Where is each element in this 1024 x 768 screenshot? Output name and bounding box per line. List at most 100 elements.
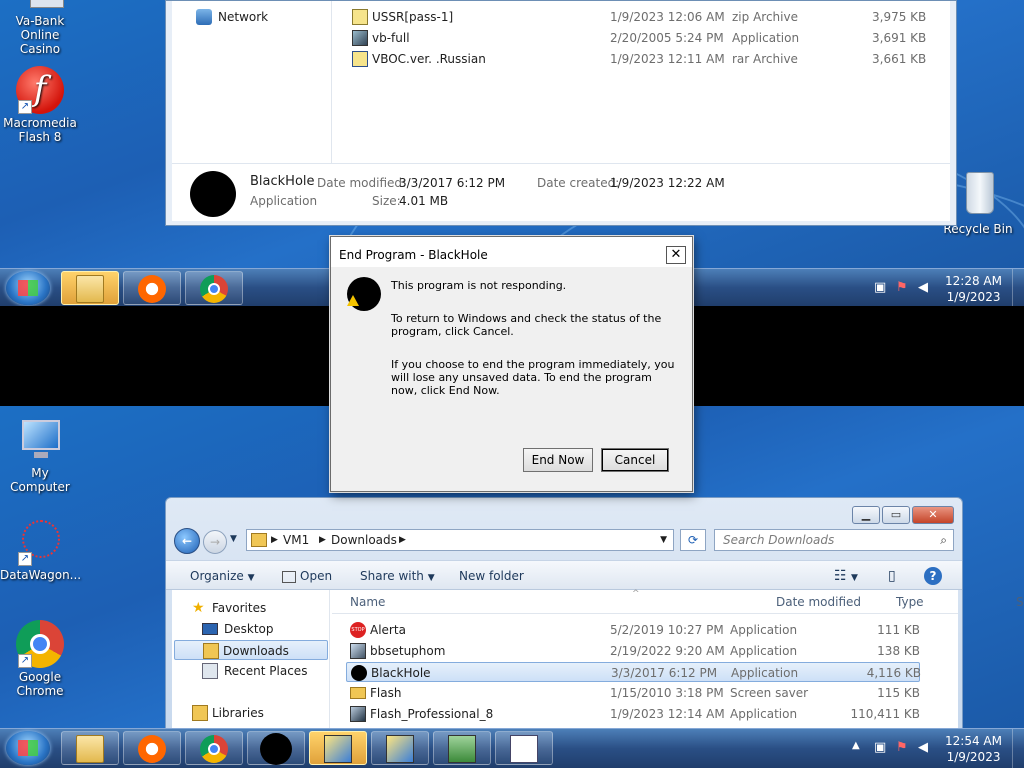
view-options-icon[interactable]: ☷ ▼ xyxy=(834,561,858,591)
dialog-message: This program is not responding. To retur… xyxy=(391,279,681,417)
dialog-line-1: This program is not responding. xyxy=(391,279,567,292)
maximize-button[interactable]: ▭ xyxy=(882,506,910,524)
taskbar-blackhole-button[interactable] xyxy=(247,731,305,765)
table-row-selected[interactable]: BlackHole 3/3/2017 6:12 PM Application 4… xyxy=(346,662,921,682)
taskbar-media-player-button[interactable] xyxy=(123,731,181,765)
show-hidden-icons[interactable]: ▲ xyxy=(852,740,868,756)
address-bar[interactable]: ▶ VM1 ▶ Downloads ▶ ▼ xyxy=(246,529,674,551)
taskbar-document-button[interactable] xyxy=(495,731,553,765)
search-icon[interactable]: ⌕ xyxy=(940,530,947,550)
explorer-window-downloads[interactable]: ▁ ▭ ✕ ← → ▼ ▶ VM1 ▶ Downloads ▶ ▼ ⟳ Sear… xyxy=(165,497,1024,738)
table-row[interactable]: Flash 1/15/2010 3:18 PM Screen saver 115… xyxy=(348,683,922,703)
search-input[interactable]: Search Downloads ⌕ xyxy=(714,529,954,551)
new-folder-button[interactable]: New folder xyxy=(459,561,524,591)
taskbar-installer-button-1[interactable] xyxy=(309,731,367,765)
chevron-down-icon: ▼ xyxy=(247,573,255,583)
end-program-dialog[interactable]: End Program - BlackHole ✕ This program i… xyxy=(330,236,693,492)
desktop-icon-google-chrome[interactable]: ↗ Google Chrome xyxy=(0,620,80,698)
file-row[interactable]: vb-full 2/20/2005 5:24 PM Application 3,… xyxy=(352,28,952,48)
desktop-icon-label: Google Chrome xyxy=(16,670,64,698)
share-with-menu[interactable]: Share with ▼ xyxy=(360,561,435,591)
preview-pane-icon[interactable]: ▯ xyxy=(888,561,896,591)
taskbar-media-player-button[interactable] xyxy=(123,271,181,305)
cancel-button[interactable]: Cancel xyxy=(601,448,669,472)
action-center-icon[interactable]: ⚑ xyxy=(896,740,912,756)
network-tray-icon[interactable]: ▣ xyxy=(874,740,890,756)
folder-icon xyxy=(350,687,366,699)
network-icon xyxy=(196,9,212,25)
breadcrumb-vm1[interactable]: VM1 xyxy=(283,530,309,550)
taskbar-chrome-button[interactable] xyxy=(185,731,243,765)
table-row[interactable]: STOP Alerta 5/2/2019 10:27 PM Applicatio… xyxy=(348,620,922,640)
volume-icon[interactable]: ◀ xyxy=(918,280,934,296)
desktop-icon-my-computer[interactable]: My Computer xyxy=(0,416,80,494)
details-pane: BlackHole Application Date modified: 3/3… xyxy=(172,163,950,221)
taskbar-chrome-button[interactable] xyxy=(185,271,243,305)
desktop-icon-flash8[interactable]: f ↗ Macromedia Flash 8 xyxy=(0,66,80,144)
desktop-icon-va-bank[interactable]: Va-Bank Online Casino xyxy=(0,0,80,56)
column-date-modified[interactable]: Date modified xyxy=(776,590,861,614)
breadcrumb-chevron-icon: ▶ xyxy=(271,535,278,545)
file-row[interactable]: USSR[pass-1] 1/9/2023 12:06 AM zip Archi… xyxy=(352,7,952,27)
details-file-type: Application xyxy=(250,194,318,208)
clock-bottom[interactable]: 12:54 AM 1/9/2023 xyxy=(945,733,1002,765)
open-button[interactable]: Open xyxy=(282,561,332,591)
recent-places-icon xyxy=(202,663,218,679)
details-file-name: BlackHole xyxy=(250,174,315,189)
end-now-button[interactable]: End Now xyxy=(523,448,593,472)
taskbar-installer-button-2[interactable] xyxy=(371,731,429,765)
column-headers: Name ^ Date modified Type Size xyxy=(332,589,1024,614)
media-player-icon xyxy=(138,275,166,303)
taskbar-explorer-button[interactable] xyxy=(61,731,119,765)
nav-downloads[interactable]: Downloads xyxy=(174,640,328,660)
dialog-close-button[interactable]: ✕ xyxy=(666,246,686,264)
dialog-line-2: To return to Windows and check the statu… xyxy=(391,312,662,338)
navigation-pane: ★ Favorites Desktop Downloads Recent Pla… xyxy=(172,590,330,738)
desktop-top: Va-Bank Online Casino f ↗ Macromedia Fla… xyxy=(0,0,1024,268)
table-row[interactable]: bbsetuphom 2/19/2022 9:20 AM Application… xyxy=(348,641,922,661)
desktop-icon-datawagon[interactable]: ↗ DataWagon... xyxy=(0,518,81,582)
network-tray-icon[interactable]: ▣ xyxy=(874,280,890,296)
desktop-icon-label: Macromedia Flash 8 xyxy=(3,116,77,144)
system-tray-top: ▣ ⚑ ◀ 12:28 AM 1/9/2023 xyxy=(844,269,1024,309)
volume-icon[interactable]: ◀ xyxy=(918,740,934,756)
explorer-content: ★ Favorites Desktop Downloads Recent Pla… xyxy=(172,589,1024,738)
clock-top[interactable]: 12:28 AM 1/9/2023 xyxy=(945,273,1002,305)
forward-button[interactable]: → xyxy=(203,530,227,554)
computer-icon xyxy=(16,416,64,464)
downloads-folder-icon xyxy=(203,643,219,659)
breadcrumb-downloads[interactable]: Downloads xyxy=(331,530,397,550)
desktop-icon xyxy=(202,623,218,635)
column-type[interactable]: Type xyxy=(896,590,924,614)
column-size[interactable]: Size xyxy=(1016,590,1024,614)
document-icon xyxy=(510,735,538,763)
action-center-icon[interactable]: ⚑ xyxy=(896,280,912,296)
dialog-title-bar[interactable]: End Program - BlackHole ✕ xyxy=(331,237,692,267)
close-button[interactable]: ✕ xyxy=(912,506,954,524)
column-name[interactable]: Name xyxy=(350,590,385,614)
back-button[interactable]: ← xyxy=(174,528,200,554)
table-row[interactable]: Flash_Professional_8 1/9/2023 12:14 AM A… xyxy=(348,704,922,724)
show-desktop-button[interactable] xyxy=(1012,269,1024,309)
minimize-button[interactable]: ▁ xyxy=(852,506,880,524)
desktop-icon-label: My Computer xyxy=(10,466,70,494)
address-dropdown-icon[interactable]: ▼ xyxy=(660,530,667,550)
installer-icon xyxy=(324,735,352,763)
datawagon-icon: ↗ xyxy=(16,518,64,566)
refresh-button[interactable]: ⟳ xyxy=(680,529,706,551)
organize-menu[interactable]: Organize ▼ xyxy=(190,561,255,591)
start-button[interactable] xyxy=(6,731,50,765)
taskbar-explorer-button[interactable] xyxy=(61,271,119,305)
taskbar-network-button[interactable] xyxy=(433,731,491,765)
folder-icon xyxy=(76,275,104,303)
nav-pane-top: Network xyxy=(172,1,332,163)
libraries-icon xyxy=(192,705,208,721)
help-icon[interactable]: ? xyxy=(924,567,942,585)
show-desktop-button[interactable] xyxy=(1012,729,1024,768)
recent-pages-dropdown[interactable]: ▼ xyxy=(230,534,237,544)
star-icon: ★ xyxy=(192,600,205,616)
explorer-window-top[interactable]: Network USSR[pass-1] 1/9/2023 12:06 AM z… xyxy=(165,0,957,226)
start-button[interactable] xyxy=(6,271,50,305)
file-row[interactable]: VBOC.ver. .Russian 1/9/2023 12:11 AM rar… xyxy=(352,49,952,69)
recycle-bin-icon xyxy=(954,172,1002,220)
